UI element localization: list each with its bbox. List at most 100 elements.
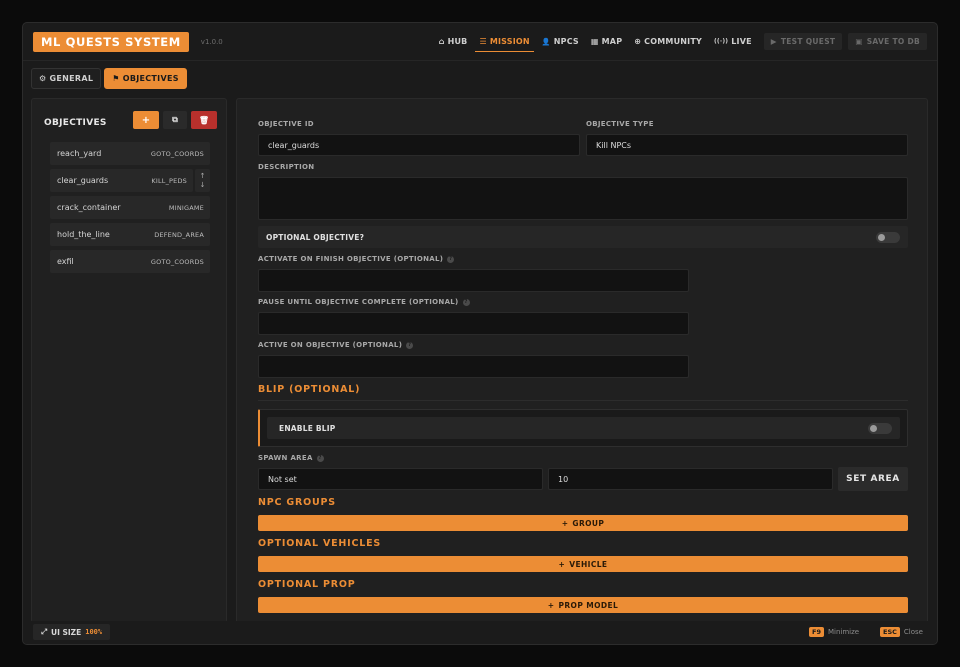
globe-icon: ⊕: [634, 37, 642, 46]
list-item[interactable]: hold_the_line DEFEND_AREA: [50, 223, 210, 246]
objective-type-tag: KILL_PEDS: [151, 176, 187, 185]
optional-objective-toggle[interactable]: [876, 231, 900, 243]
header-bar: ML QUESTS SYSTEM v1.0.0 ⌂ HUB ☰ MISSION …: [23, 23, 937, 61]
duplicate-objective-button[interactable]: ⧉: [163, 111, 187, 129]
optional-objective-label: OPTIONAL OBJECTIVE?: [266, 232, 365, 242]
objective-name: reach_yard: [57, 149, 102, 158]
nav-npcs[interactable]: 👤 NPCS: [536, 33, 585, 51]
resize-icon: ⤢: [41, 627, 47, 636]
map-icon: ▦: [590, 37, 599, 46]
objectives-panel: OBJECTIVES + ⧉ 🗑 reach_yard GOTO_COORDS …: [31, 98, 227, 623]
tab-general[interactable]: ⚙ GENERAL: [31, 68, 102, 89]
spawn-area-input[interactable]: Not set: [258, 468, 543, 490]
npc-groups-title: NPC GROUPS: [258, 497, 336, 508]
add-vehicle-button[interactable]: + VEHICLE: [258, 556, 908, 572]
play-icon: ▶: [770, 37, 777, 46]
objective-type-tag: MINIGAME: [168, 203, 204, 212]
test-quest-label: TEST QUEST: [780, 37, 836, 46]
broadcast-icon: ((·)): [713, 38, 729, 45]
plus-icon: +: [547, 600, 555, 610]
close-key: ESC: [880, 627, 900, 637]
active-on-input[interactable]: [258, 355, 689, 378]
close-label: Close: [903, 628, 923, 636]
trash-icon: 🗑: [198, 115, 210, 125]
add-objective-button[interactable]: +: [133, 111, 159, 129]
close-hint[interactable]: ESC Close: [880, 627, 923, 637]
minimize-label: Minimize: [827, 628, 860, 636]
list-item-selected[interactable]: clear_guards KILL_PEDS ↑ ↓: [50, 169, 210, 192]
tab-objectives-label: OBJECTIVES: [122, 74, 179, 83]
objective-type-tag: GOTO_COORDS: [150, 257, 204, 266]
copy-icon: ⧉: [172, 115, 178, 124]
footer-bar: ⤢ UI SIZE 100% F9 Minimize ESC Close: [23, 621, 937, 644]
add-group-label: GROUP: [572, 518, 605, 528]
list-item[interactable]: reach_yard GOTO_COORDS: [50, 142, 210, 165]
optional-objective-row: OPTIONAL OBJECTIVE?: [258, 226, 908, 248]
gear-icon: ⚙: [39, 74, 47, 83]
add-prop-model-label: PROP MODEL: [558, 600, 619, 610]
nav-community[interactable]: ⊕ COMMUNITY: [628, 33, 708, 51]
blip-section-title: BLIP (OPTIONAL): [258, 384, 361, 395]
arrow-up-icon[interactable]: ↑: [200, 172, 206, 181]
nav-map-label: MAP: [601, 37, 623, 46]
objective-list: reach_yard GOTO_COORDS clear_guards KILL…: [50, 142, 210, 277]
objective-name: hold_the_line: [57, 230, 110, 239]
section-divider: [258, 400, 908, 401]
add-group-button[interactable]: + GROUP: [258, 515, 908, 531]
list-item[interactable]: exfil GOTO_COORDS: [50, 250, 210, 273]
description-label: DESCRIPTION: [258, 163, 315, 171]
radius-input[interactable]: 10: [548, 468, 833, 490]
set-area-button[interactable]: SET AREA: [838, 467, 908, 491]
help-icon[interactable]: ?: [447, 255, 455, 263]
optional-prop-title: OPTIONAL PROP: [258, 579, 356, 590]
add-vehicle-label: VEHICLE: [569, 559, 608, 569]
nav-mission[interactable]: ☰ MISSION: [473, 33, 535, 52]
objective-name: crack_container: [57, 203, 121, 212]
activate-on-finish-input[interactable]: [258, 269, 689, 292]
pause-until-text: PAUSE UNTIL OBJECTIVE COMPLETE (OPTIONAL…: [258, 298, 459, 306]
pause-until-input[interactable]: [258, 312, 689, 335]
help-icon[interactable]: ?: [462, 298, 470, 306]
nav-map[interactable]: ▦ MAP: [585, 33, 628, 51]
ui-size-value: 100%: [85, 628, 103, 636]
tab-general-label: GENERAL: [49, 74, 94, 83]
nav-community-label: COMMUNITY: [644, 37, 702, 46]
nav-live-label: LIVE: [731, 37, 752, 46]
list-item[interactable]: crack_container MINIGAME: [50, 196, 210, 219]
objective-id-label: OBJECTIVE ID: [258, 120, 314, 128]
help-icon[interactable]: ?: [406, 341, 414, 349]
nav-npcs-label: NPCS: [553, 37, 579, 46]
description-textarea[interactable]: [258, 177, 908, 220]
enable-blip-label: ENABLE BLIP: [279, 423, 336, 433]
minimize-hint[interactable]: F9 Minimize: [809, 627, 859, 637]
test-quest-button[interactable]: ▶ TEST QUEST: [763, 33, 843, 50]
save-icon: ▣: [855, 37, 863, 46]
user-icon: 👤: [541, 37, 551, 46]
delete-objective-button[interactable]: 🗑: [191, 111, 217, 129]
spawn-area-text: SPAWN AREA: [258, 454, 313, 462]
objective-form: OBJECTIVE ID clear_guards OBJECTIVE TYPE…: [236, 98, 928, 644]
activate-on-finish-text: ACTIVATE ON FINISH OBJECTIVE (OPTIONAL): [258, 255, 444, 263]
ui-size-control[interactable]: ⤢ UI SIZE 100%: [33, 624, 111, 640]
arrow-down-icon[interactable]: ↓: [200, 181, 206, 190]
objective-id-input[interactable]: clear_guards: [258, 134, 580, 156]
objective-type-tag: GOTO_COORDS: [150, 149, 204, 158]
editor-tabs: ⚙ GENERAL ⚑ OBJECTIVES: [31, 68, 187, 89]
objective-type-select[interactable]: Kill NPCs: [586, 134, 908, 156]
reorder-control: ↑ ↓: [195, 169, 210, 192]
app-logo: ML QUESTS SYSTEM: [33, 31, 189, 52]
add-prop-model-button[interactable]: + PROP MODEL: [258, 597, 908, 613]
minimize-key: F9: [809, 627, 824, 637]
pause-until-label: PAUSE UNTIL OBJECTIVE COMPLETE (OPTIONAL…: [258, 298, 470, 306]
enable-blip-row: ENABLE BLIP: [267, 417, 900, 439]
plus-icon: +: [561, 518, 569, 528]
list-icon: ☰: [479, 37, 487, 46]
help-icon[interactable]: ?: [316, 454, 324, 462]
nav-live[interactable]: ((·)) LIVE: [708, 33, 758, 51]
nav-mission-label: MISSION: [489, 37, 530, 46]
save-to-db-button[interactable]: ▣ SAVE TO DB: [848, 33, 927, 50]
enable-blip-toggle[interactable]: [868, 422, 892, 434]
nav-hub[interactable]: ⌂ HUB: [433, 33, 474, 51]
save-to-db-label: SAVE TO DB: [866, 37, 920, 46]
tab-objectives[interactable]: ⚑ OBJECTIVES: [104, 68, 187, 89]
